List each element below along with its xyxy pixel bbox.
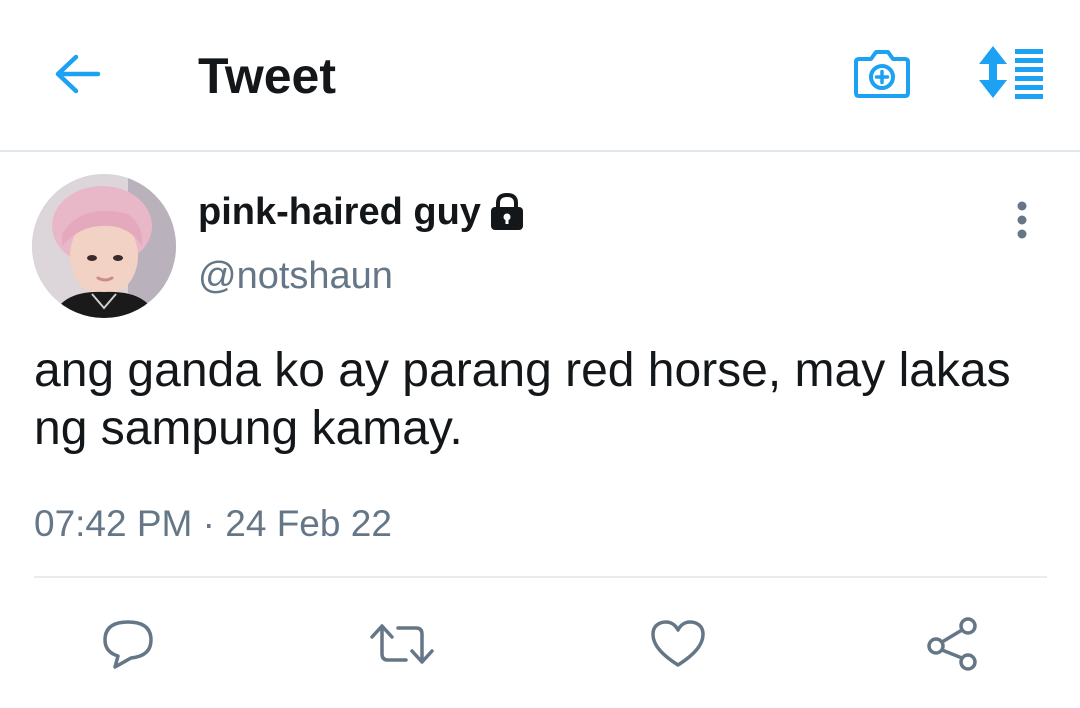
tweet-date: 24 Feb 22 [225,503,392,544]
heart-icon [650,619,706,669]
avatar[interactable] [32,174,176,318]
share-button[interactable] [920,612,984,676]
tweet-timestamp: 07:42 PM · 24 Feb 22 [34,500,392,548]
timestamp-separator: · [202,503,215,544]
divider [34,576,1047,578]
camera-button[interactable] [850,46,914,104]
tweet-text: ang ganda ko ay parang red horse, may la… [34,344,1011,455]
user-handle[interactable]: @notshaun [198,252,393,300]
vertical-dots-icon [1016,200,1028,245]
tweet-time: 07:42 PM [34,503,193,544]
page-title: Tweet [198,48,336,104]
sort-icon [977,44,1047,105]
retweet-button[interactable] [370,612,434,676]
share-icon [924,616,980,672]
back-button[interactable] [46,48,110,104]
sort-button[interactable] [972,42,1052,106]
top-app-bar: Tweet [0,0,1080,152]
reply-button[interactable] [96,612,160,676]
camera-add-icon [853,47,911,104]
display-name[interactable]: pink-haired guy [198,188,481,236]
retweet-icon [370,620,434,668]
like-button[interactable] [646,612,710,676]
display-name-row: pink-haired guy [198,188,525,236]
more-options-button[interactable] [1000,198,1044,246]
reply-icon [101,618,155,670]
back-arrow-icon [54,54,102,99]
lock-icon [489,192,525,232]
